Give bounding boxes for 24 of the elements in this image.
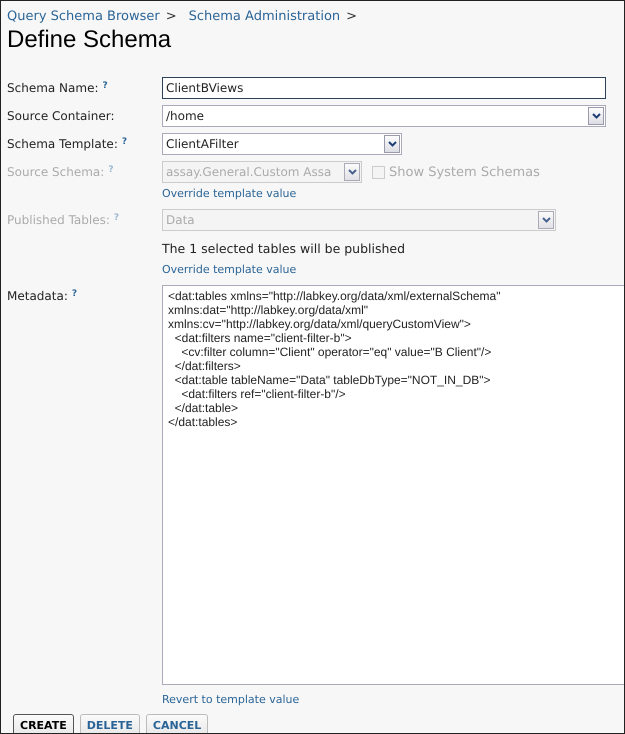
field-label: Schema Template: <box>7 137 118 151</box>
field-label: Metadata: <box>7 289 68 303</box>
page-title: Define Schema <box>7 26 172 54</box>
breadcrumb-separator: > <box>346 9 358 24</box>
field-label: Published Tables: <box>7 213 110 227</box>
field-label: Source Schema: <box>7 165 104 179</box>
checkbox-label: Show System Schemas <box>389 164 540 180</box>
text-field[interactable]: ClientBViews <box>162 77 606 99</box>
help-link[interactable]: ? <box>72 289 78 299</box>
breadcrumb-link[interactable]: Schema Administration <box>188 9 340 24</box>
dropdown[interactable]: /home <box>162 105 606 127</box>
action-button[interactable]: CANCEL <box>146 714 208 733</box>
metadata-field[interactable]: <dat:tables xmlns="http://labkey.org/data/xml/externalSchema" xmlns:dat="http://labkey.org/data/xml" xmlns:cv="http://labkey.org/data/xml/queryCustomView"> <dat:filters name="client-filter-b"> <cv:filter column="Client" operator="eq" value="B Client"/> </dat:filters> <dat:table tableName="Data" tableDbType="NOT_IN_DB"> <dat:filters ref="client-filter-b"/> </dat:table> </dat:tables> <box>162 285 624 685</box>
help-link[interactable]: ? <box>122 137 128 147</box>
dropdown[interactable]: ClientAFilter <box>162 133 402 155</box>
breadcrumb-link[interactable]: Query Schema Browser <box>7 9 160 24</box>
action-button[interactable]: CREATE <box>13 714 74 733</box>
info-text: The 1 selected tables will be published <box>162 241 406 256</box>
help-link[interactable]: ? <box>102 81 108 91</box>
action-button[interactable]: DELETE <box>80 714 140 733</box>
field-label: Source Container: <box>7 109 115 123</box>
breadcrumb-separator: > <box>166 9 177 24</box>
field-label: Schema Name: <box>7 81 99 95</box>
override-link[interactable]: Revert to template value <box>162 693 624 706</box>
